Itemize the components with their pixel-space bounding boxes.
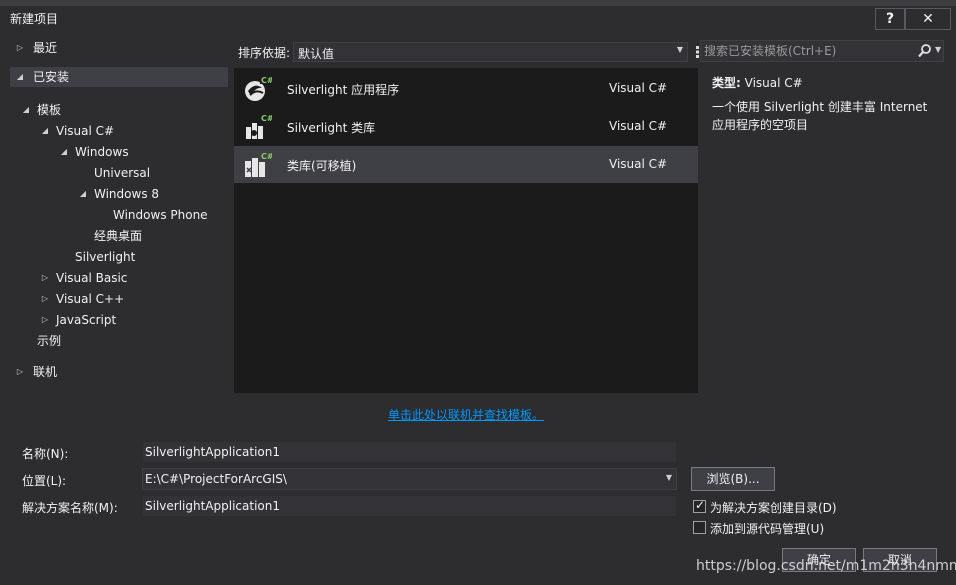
- checkbox-box[interactable]: ✓: [693, 498, 706, 513]
- expand-arrow-icon[interactable]: ▷: [39, 289, 51, 309]
- sort-value: 默认值: [298, 47, 335, 61]
- template-name: 类库(可移植): [287, 159, 357, 173]
- tree-label: 示例: [37, 334, 62, 348]
- tree-label: 最近: [33, 41, 58, 55]
- browse-button[interactable]: 浏览(B)...: [691, 467, 775, 491]
- svg-text:C#: C#: [261, 152, 272, 161]
- tree-label: JavaScript: [56, 313, 117, 327]
- template-list: C# Silverlight 应用程序 Visual C# C# Silverl…: [234, 68, 698, 393]
- checkbox-box[interactable]: [693, 521, 706, 534]
- sort-dropdown[interactable]: 默认值 ▼: [293, 42, 688, 62]
- collapse-arrow-icon[interactable]: ◢: [77, 184, 89, 204]
- svg-text:C#: C#: [261, 114, 272, 123]
- solution-name-field[interactable]: [145, 498, 670, 514]
- expand-arrow-icon[interactable]: ▷: [14, 362, 26, 382]
- silverlight-app-icon: C#: [245, 76, 272, 101]
- template-language: Visual C#: [609, 157, 668, 171]
- search-options-arrow-icon[interactable]: ▼: [935, 45, 941, 54]
- dropdown-arrow-icon: ▼: [676, 45, 683, 54]
- tree-label: 模板: [37, 103, 62, 117]
- name-field-box: [142, 441, 677, 463]
- expand-arrow-icon[interactable]: ▷: [39, 268, 51, 288]
- expand-arrow-icon[interactable]: ▷: [39, 310, 51, 330]
- template-language: Visual C#: [609, 119, 668, 133]
- svg-text:C#: C#: [261, 76, 272, 85]
- template-row-silverlight-library[interactable]: C# Silverlight 类库 Visual C#: [234, 108, 698, 145]
- window-title: 新建项目: [10, 12, 59, 26]
- solution-name-field-box: [142, 495, 677, 517]
- template-description: 一个使用 Silverlight 创建丰富 Internet 应用程序的空项目: [712, 100, 928, 132]
- online-templates-link[interactable]: 单击此处以联机并查找模板。: [234, 406, 698, 423]
- help-button[interactable]: ?: [875, 8, 905, 30]
- name-field[interactable]: [145, 444, 670, 460]
- tree-label: Windows: [75, 145, 129, 159]
- solution-name-label: 解决方案名称(M):: [22, 501, 118, 515]
- tree-label: 联机: [33, 365, 58, 379]
- type-value: Visual C#: [744, 76, 803, 90]
- checkbox-label: 为解决方案创建目录(D): [710, 501, 837, 515]
- tree-label: Windows Phone: [113, 208, 208, 222]
- portable-library-icon: C#: [245, 152, 272, 177]
- tree-item-installed[interactable]: ◢ 已安装: [10, 67, 228, 87]
- tree-label: 经典桌面: [94, 229, 143, 243]
- tree-label: Windows 8: [94, 187, 160, 201]
- type-label: 类型:: [712, 76, 741, 90]
- location-label: 位置(L):: [22, 474, 67, 488]
- search-icon[interactable]: [917, 43, 933, 59]
- collapse-arrow-icon[interactable]: ◢: [20, 100, 32, 120]
- tree-label: Visual C++: [56, 292, 125, 306]
- silverlight-library-icon: C#: [246, 114, 272, 139]
- tree-label: Universal: [94, 166, 151, 180]
- dropdown-arrow-icon[interactable]: ▼: [666, 473, 672, 482]
- collapse-arrow-icon[interactable]: ◢: [39, 121, 51, 141]
- tree-label: Silverlight: [75, 250, 136, 264]
- collapse-arrow-icon[interactable]: ◢: [58, 142, 70, 162]
- collapse-arrow-icon[interactable]: ◢: [14, 67, 26, 87]
- close-icon: ✕: [922, 11, 934, 27]
- template-language: Visual C#: [609, 81, 668, 95]
- name-label: 名称(N):: [22, 447, 69, 461]
- help-icon: ?: [885, 11, 895, 27]
- tree-label: Visual Basic: [56, 271, 128, 285]
- template-search-box: ▼: [700, 40, 944, 62]
- location-field-box: ▼: [142, 468, 677, 490]
- template-name: Silverlight 应用程序: [287, 83, 400, 97]
- tree-label: 已安装: [33, 70, 70, 84]
- sort-label: 排序依据:: [238, 46, 291, 60]
- location-field[interactable]: [145, 471, 655, 487]
- category-tree: ▷ 最近 ◢ 已安装 ◢ 模板 ◢ Visual C# ◢ Windows Un…: [10, 36, 228, 396]
- template-type: 类型: Visual C#: [712, 74, 803, 91]
- expand-arrow-icon[interactable]: ▷: [14, 38, 26, 58]
- close-button[interactable]: ✕: [905, 8, 951, 30]
- check-icon: ✓: [695, 498, 706, 512]
- watermark: https://blog.csdn.net/m1m2n3n4nmm: [696, 558, 956, 574]
- tree-label: Visual C#: [56, 124, 115, 138]
- template-row-portable-library[interactable]: C# 类库(可移植) Visual C#: [234, 146, 698, 183]
- template-search-input[interactable]: [704, 42, 909, 60]
- template-row-silverlight-app[interactable]: C# Silverlight 应用程序 Visual C#: [234, 70, 698, 107]
- title-bar: 新建项目 ? ✕: [0, 6, 956, 32]
- template-toolbar: 排序依据: 默认值 ▼: [234, 40, 740, 64]
- template-name: Silverlight 类库: [287, 121, 376, 135]
- checkbox-label: 添加到源代码管理(U): [710, 522, 825, 536]
